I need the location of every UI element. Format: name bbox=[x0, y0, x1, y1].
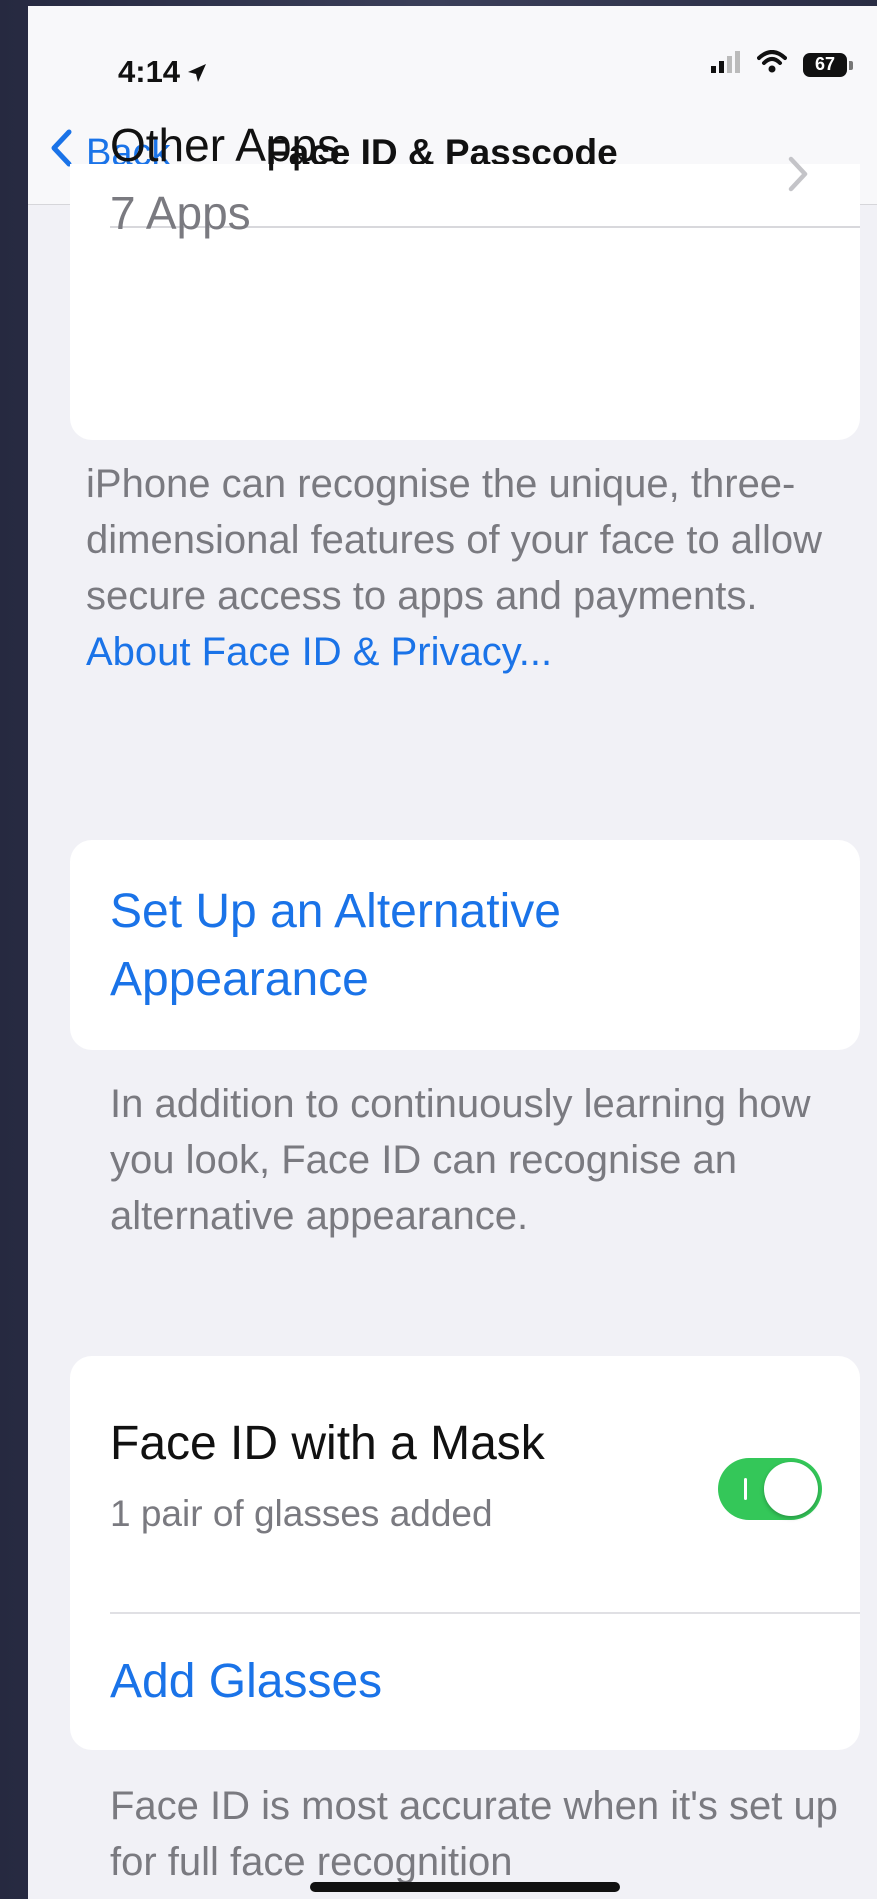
face-id-description-text: iPhone can recognise the unique, three-d… bbox=[86, 462, 822, 618]
wifi-icon bbox=[757, 50, 787, 79]
settings-screen: 4:14 67 Back Face ID & Passcode Other Ap… bbox=[28, 6, 877, 1899]
face-id-with-mask-label: Face ID with a Mask bbox=[110, 1417, 545, 1470]
other-apps-title: Other Apps bbox=[110, 119, 341, 171]
chevron-left-icon bbox=[50, 129, 72, 177]
about-face-id-privacy-link[interactable]: About Face ID & Privacy... bbox=[86, 630, 552, 674]
toggle-knob bbox=[764, 1462, 818, 1516]
battery-icon: 67 bbox=[803, 52, 853, 77]
other-apps-count: 7 Apps bbox=[110, 187, 251, 239]
add-glasses-button[interactable]: Add Glasses bbox=[110, 1654, 382, 1709]
cellular-signal-icon bbox=[711, 51, 741, 78]
alternative-appearance-description: In addition to continuously learning how… bbox=[110, 1082, 811, 1238]
face-id-description: iPhone can recognise the unique, three-d… bbox=[86, 456, 856, 680]
mask-description: Face ID is most accurate when it's set u… bbox=[110, 1784, 838, 1884]
toggle-on-mark bbox=[744, 1478, 747, 1500]
set-up-alternative-appearance-button[interactable]: Set Up an Alternative Appearance bbox=[110, 878, 810, 1014]
location-arrow-icon bbox=[186, 56, 208, 92]
home-indicator[interactable] bbox=[310, 1882, 620, 1892]
divider bbox=[110, 1612, 860, 1614]
face-id-mask-toggle[interactable] bbox=[718, 1458, 822, 1520]
glasses-count-label: 1 pair of glasses added bbox=[110, 1493, 493, 1534]
status-time: 4:14 bbox=[118, 54, 208, 92]
status-icons: 67 bbox=[711, 50, 853, 79]
chevron-right-icon bbox=[788, 156, 808, 197]
